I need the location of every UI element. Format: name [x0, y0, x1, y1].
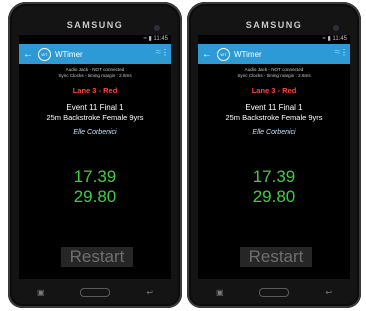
- back-key-icon[interactable]: ↩: [325, 288, 332, 297]
- phone-screen: ≈ ▮ 11:45 ← WT WTimer ≈ ⋮ Audio Jack - N…: [198, 35, 350, 279]
- recent-apps-icon[interactable]: ▣: [216, 288, 224, 297]
- event-title: Event 11 Final 1: [66, 103, 124, 112]
- event-description: 25m Backstroke Female 9yrs: [225, 113, 323, 122]
- stopwatch-icon: WT: [38, 47, 51, 61]
- final-time: 29.80: [73, 187, 117, 206]
- lane-label: Lane 3 - Red: [72, 86, 118, 95]
- overflow-menu-icon[interactable]: ⋮: [161, 48, 169, 57]
- stopwatch-icon: WT: [217, 47, 230, 61]
- status-bar: ≈ ▮ 11:45: [198, 35, 350, 44]
- restart-button[interactable]: Restart: [240, 247, 312, 267]
- app-title: WTimer: [55, 49, 83, 59]
- final-time: 29.80: [252, 187, 296, 206]
- app-bar: ← WT WTimer ≈ ⋮: [19, 44, 171, 64]
- app-title: WTimer: [234, 49, 262, 59]
- back-arrow-icon[interactable]: ←: [200, 49, 214, 60]
- timer-content: Audio Jack - NOT connected Sync Clocks -…: [198, 64, 350, 207]
- back-key-icon[interactable]: ↩: [146, 288, 153, 297]
- phone-right: SAMSUNG ≈ ▮ 11:45 ← WT WTimer ≈ ⋮ Audio …: [187, 2, 361, 308]
- overflow-menu-icon[interactable]: ⋮: [340, 48, 348, 57]
- screenshot: SAMSUNG ≈ ▮ 11:45 ← WT WTimer ≈ ⋮ Audio …: [0, 0, 366, 311]
- sync-clocks-status: Sync Clocks - timing margin : 2.6ms: [58, 73, 132, 78]
- phone-screen: ≈ ▮ 11:45 ← WT WTimer ≈ ⋮ Audio Jack - N…: [19, 35, 171, 279]
- status-text: ≈ ▮ 11:45: [143, 36, 169, 42]
- restart-button[interactable]: Restart: [61, 247, 133, 267]
- timer-content: Audio Jack - NOT connected Sync Clocks -…: [19, 64, 171, 207]
- home-button[interactable]: [80, 287, 111, 297]
- home-button[interactable]: [259, 287, 290, 297]
- swimmer-name: Elle Corbenici: [252, 129, 296, 136]
- lane-label: Lane 3 - Red: [251, 86, 297, 95]
- back-arrow-icon[interactable]: ←: [21, 49, 35, 60]
- status-text: ≈ ▮ 11:45: [322, 36, 348, 42]
- split-time: 17.39: [73, 167, 117, 186]
- front-camera: [154, 25, 160, 31]
- split-time: 17.39: [252, 167, 296, 186]
- swimmer-name: Elle Corbenici: [73, 129, 117, 136]
- front-camera: [333, 25, 339, 31]
- hardware-keys: ▣ ↩: [198, 285, 350, 299]
- status-bar: ≈ ▮ 11:45: [19, 35, 171, 44]
- app-bar: ← WT WTimer ≈ ⋮: [198, 44, 350, 64]
- event-description: 25m Backstroke Female 9yrs: [46, 113, 144, 122]
- sync-clocks-status: Sync Clocks - timing margin : 2.6ms: [237, 73, 311, 78]
- hardware-keys: ▣ ↩: [19, 285, 171, 299]
- phone-left: SAMSUNG ≈ ▮ 11:45 ← WT WTimer ≈ ⋮ Audio …: [8, 2, 182, 308]
- event-title: Event 11 Final 1: [245, 103, 303, 112]
- recent-apps-icon[interactable]: ▣: [37, 288, 45, 297]
